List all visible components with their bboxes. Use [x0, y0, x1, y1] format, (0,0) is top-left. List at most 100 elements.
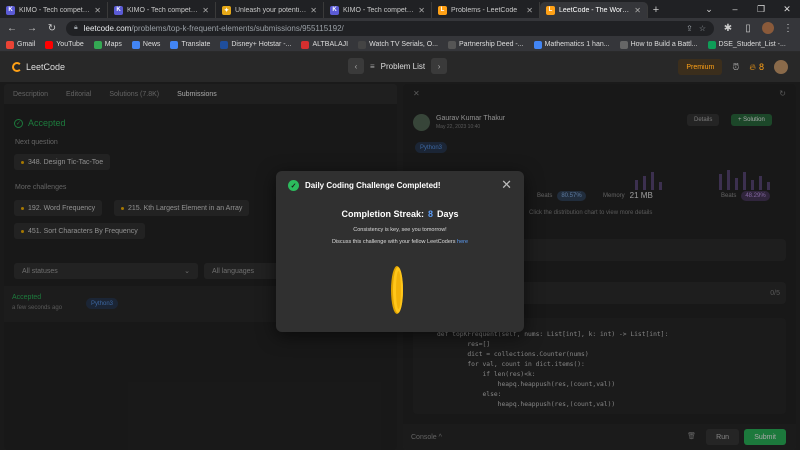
memory-value: 21 MB	[629, 191, 653, 200]
tab-close-icon[interactable]: ✕	[418, 6, 425, 15]
bookmark-item[interactable]: ALTBALAJI	[301, 40, 348, 49]
bookmark-item[interactable]: Watch TV Serials, O...	[358, 40, 438, 49]
browser-tab[interactable]: K KIMO - Tech competition ✕	[0, 2, 108, 18]
back-icon[interactable]: ←	[6, 23, 18, 34]
author-name: Gaurav Kumar Thakur	[436, 115, 506, 122]
code-line: heapq.heappush(res,(count,val))	[437, 401, 616, 408]
challenge-chip[interactable]: 215. Kth Largest Element in an Array	[114, 200, 250, 216]
distribution-chart[interactable]	[633, 168, 783, 190]
tab-close-icon[interactable]: ✕	[634, 6, 641, 15]
bookmark-label: Disney+ Hotstar -...	[231, 41, 292, 48]
tab-close-icon[interactable]: ✕	[202, 6, 209, 15]
minimize-icon[interactable]: –	[722, 0, 748, 18]
close-panel-icon[interactable]: ✕	[413, 89, 420, 98]
discuss-link[interactable]: here	[457, 239, 468, 245]
url-input[interactable]: 🔒︎ leetcode.com/problems/top-k-frequent-…	[66, 20, 714, 36]
language-filter-value: All languages	[212, 267, 255, 275]
bookmark-item[interactable]: Partnership Deed -...	[448, 40, 524, 49]
beats-label: Beats	[537, 193, 553, 199]
bookmark-item[interactable]: News	[131, 40, 160, 49]
accepted-label: Accepted	[28, 118, 66, 128]
profile-avatar[interactable]	[762, 22, 774, 34]
tab-close-icon[interactable]: ✕	[94, 6, 101, 15]
menu-icon[interactable]: ⋮	[782, 23, 794, 34]
status-filter-select[interactable]: All statuses ⌄	[14, 263, 198, 279]
distribution-bar	[635, 180, 638, 190]
distribution-bar	[767, 182, 770, 190]
maximize-icon[interactable]: ❐	[748, 0, 774, 18]
bookmarks-bar: Gmail YouTube Maps News Translate Disney+ Hot…	[0, 38, 800, 52]
tab-close-icon[interactable]: ✕	[310, 6, 317, 15]
streak-counter[interactable]: 🔥︎ 8	[749, 62, 764, 73]
difficulty-dot	[21, 229, 24, 233]
modal-close-icon[interactable]: ✕	[501, 177, 512, 193]
timer-icon[interactable]: ⏰︎	[732, 62, 739, 73]
tab-favicon-icon: K	[330, 5, 339, 15]
completion-streak: Completion Streak: 8 Days	[276, 209, 524, 219]
submit-button[interactable]: Submit	[744, 429, 786, 445]
address-bar: ← → ↻ 🔒︎ leetcode.com/problems/top-k-fre…	[0, 18, 800, 38]
browser-tab[interactable]: K KIMO - Tech competition ✕	[324, 2, 432, 18]
next-question-chip[interactable]: 348. Design Tic-Tac-Toe	[14, 154, 111, 170]
panel-tab[interactable]: Solutions (7.8K)	[109, 91, 159, 98]
premium-button[interactable]: Premium	[678, 59, 723, 75]
browser-tab[interactable]: L Problems - LeetCode ✕	[432, 2, 540, 18]
next-problem-icon[interactable]: ›	[431, 58, 448, 74]
bookmark-item[interactable]: Gmail	[6, 40, 35, 49]
user-avatar[interactable]	[774, 60, 788, 74]
submission-lang-badge: Python3	[86, 298, 119, 309]
bookmark-item[interactable]: YouTube	[45, 40, 84, 49]
browser-tab[interactable]: K KIMO - Tech competition ✕	[108, 2, 216, 18]
solution-button[interactable]: + Solution	[731, 114, 772, 126]
panel-tab[interactable]: Editorial	[66, 91, 91, 98]
new-tab-button[interactable]: +	[648, 2, 664, 18]
forward-icon[interactable]: →	[26, 23, 38, 34]
reload-icon[interactable]: ↻	[46, 23, 58, 34]
bookmark-item[interactable]: DSE_Student_List -...	[707, 40, 786, 49]
bookmark-item[interactable]: Maps	[93, 40, 122, 49]
memory-beats: Beats 48.29%	[721, 191, 770, 201]
browser-tab[interactable]: ✦ Unleash your potential w ✕	[216, 2, 324, 18]
prev-problem-icon[interactable]: ‹	[348, 58, 364, 74]
bookmark-label: Maps	[104, 41, 122, 48]
challenge-chip[interactable]: 451. Sort Characters By Frequency	[14, 223, 145, 239]
bookmark-item[interactable]: Translate	[170, 40, 211, 49]
challenge-chip[interactable]: 192. Word Frequency	[14, 200, 103, 216]
bookmark-item[interactable]: How to Build a Battl...	[619, 40, 698, 49]
runtime-beats: Beats 80.57%	[537, 191, 586, 201]
tab-close-icon[interactable]: ✕	[526, 6, 533, 15]
code-line: else:	[437, 391, 502, 398]
bookmark-favicon-icon	[45, 40, 54, 49]
refresh-icon[interactable]: ↻	[779, 89, 786, 98]
panel-tab[interactable]: Description	[13, 91, 48, 98]
extensions-icon[interactable]: ✱	[722, 23, 734, 34]
tab-title: Unleash your potential w	[235, 6, 307, 14]
code-line: dict = collections.Counter(nums)	[437, 351, 589, 358]
panel-tab[interactable]: Submissions	[177, 91, 217, 98]
bookmark-favicon-icon	[170, 40, 179, 49]
close-icon[interactable]: ✕	[774, 0, 800, 18]
bookmark-item[interactable]: Mathematics 1 han...	[533, 40, 610, 49]
leetcode-header: LeetCode ‹ ≡ Problem List › Premium ⏰︎ 🔥…	[0, 52, 800, 82]
run-button[interactable]: Run	[706, 429, 739, 445]
bookmark-item[interactable]: Disney+ Hotstar -...	[220, 40, 292, 49]
distribution-bar	[735, 178, 738, 190]
bookmark-favicon-icon	[619, 40, 628, 49]
console-toggle[interactable]: Console ^	[411, 434, 442, 441]
dropdown-icon[interactable]: ⌄	[696, 0, 722, 18]
bookmark-label: Translate	[181, 41, 211, 48]
memory-beats-value: 48.29%	[741, 191, 770, 201]
details-button[interactable]: Details	[687, 114, 720, 126]
trash-icon[interactable]: 🗑︎	[687, 432, 696, 440]
sidepanel-icon[interactable]: ▯	[742, 23, 754, 34]
check-circle-icon: ✓	[14, 118, 23, 128]
bookmark-star-icon[interactable]: ☆	[699, 24, 706, 33]
leetcode-logo[interactable]: LeetCode	[12, 62, 65, 72]
problem-list-link[interactable]: Problem List	[381, 62, 425, 71]
challenge-complete-modal: ✓ Daily Coding Challenge Completed! ✕ Co…	[276, 171, 524, 332]
browser-tab[interactable]: L LeetCode - The World's Le✕	[540, 2, 648, 18]
share-icon[interactable]: ⇪	[686, 24, 693, 33]
bookmark-favicon-icon	[448, 40, 456, 49]
bookmark-label: Partnership Deed -...	[459, 41, 524, 48]
list-icon: ≡	[370, 61, 375, 71]
